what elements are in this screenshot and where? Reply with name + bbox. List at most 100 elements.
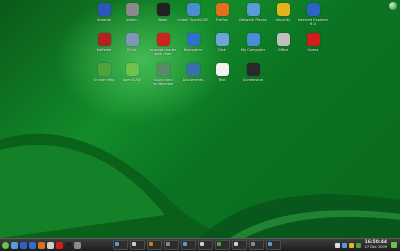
clock[interactable]: 16:50:44 27 Dec 2009	[364, 240, 387, 249]
taskbar-button[interactable]	[215, 240, 230, 250]
desktop-icon-label: Network Places	[239, 18, 267, 22]
pdf-icon	[156, 33, 170, 46]
desktop-icon[interactable]: Security	[266, 3, 300, 22]
calculator-icon	[125, 33, 139, 46]
desktop-icon-label: KCalc	[127, 48, 137, 52]
desktop-icon[interactable]: KCalc	[115, 33, 149, 52]
taskbar-button[interactable]	[164, 240, 179, 250]
desktop-icon-label: Sound and multimedia	[152, 78, 174, 86]
task-icon	[166, 242, 170, 246]
office-icon	[276, 33, 290, 46]
lock-icon	[276, 3, 290, 16]
terminal-icon[interactable]	[65, 241, 72, 249]
task-list	[111, 240, 281, 250]
system-tray	[333, 242, 361, 248]
taskbar-button[interactable]	[198, 240, 213, 250]
desktop-icon-label: Internet Explorer 6.0	[297, 18, 329, 26]
opensuse-icon	[125, 63, 139, 76]
desktop-icon[interactable]: Screenshot	[236, 63, 270, 82]
task-icon	[183, 242, 187, 246]
task-icon	[132, 242, 136, 246]
documents-icon	[186, 63, 200, 76]
taskbar-button[interactable]	[130, 240, 145, 250]
desktop-icon[interactable]: Text	[205, 63, 239, 82]
desktop-icon-label: Install OpenSUSE	[177, 18, 209, 22]
installer-icon	[186, 3, 200, 16]
desktop-icon-label: Screenshot	[242, 78, 264, 82]
desktop-icon-label: acrobat reader with read	[149, 48, 177, 56]
quick-launch	[0, 241, 81, 249]
show-desktop-icon[interactable]	[391, 242, 397, 248]
kaffeine-icon	[97, 33, 111, 46]
desktop-icon[interactable]: openSUSE	[115, 63, 149, 82]
desktop-icon[interactable]: Book	[146, 3, 180, 22]
task-icon	[200, 242, 204, 246]
user-folder-icon	[125, 3, 139, 16]
desktop-icon[interactable]: My Computer	[236, 33, 270, 52]
desktop-icon-label: Documents	[182, 78, 204, 82]
desktop-icon-label: Firefox	[216, 18, 228, 22]
taskbar-button[interactable]	[232, 240, 247, 250]
home-icon[interactable]	[11, 241, 18, 249]
browser-icon[interactable]	[20, 241, 27, 249]
task-icon	[217, 242, 221, 246]
opera-icon[interactable]	[56, 241, 63, 249]
battery-icon[interactable]	[355, 242, 361, 248]
desktop-icon-label: Kaffeine	[96, 48, 112, 52]
task-icon	[251, 242, 255, 246]
task-icon	[268, 242, 272, 246]
desktop-background: Amarok admin Book Install OpenSUSE Firefox Ne…	[0, 0, 400, 238]
task-icon	[149, 242, 153, 246]
task-icon	[115, 242, 119, 246]
konqueror-icon[interactable]	[29, 241, 36, 249]
desktop-icon[interactable]: Network Places	[236, 3, 270, 22]
desktop-icon[interactable]: admin	[115, 3, 149, 22]
help-icon	[97, 63, 111, 76]
desktop-icon-label: Disk	[218, 48, 226, 52]
firefox-icon	[215, 3, 229, 16]
network-icon[interactable]	[341, 242, 347, 248]
desktop-icon-label: Text	[218, 78, 226, 82]
desktop-icon-label: Online Help	[93, 78, 115, 82]
desktop-icon-label: openSUSE	[122, 78, 142, 82]
text-file-icon	[215, 63, 229, 76]
desktop-icon-label: Konqueror	[183, 48, 203, 52]
taskbar: 16:50:44 27 Dec 2009	[0, 238, 400, 251]
desktop-icon[interactable]: acrobat reader with read	[146, 33, 180, 56]
desktop-icon[interactable]: Opera	[296, 33, 330, 52]
desktop-icon[interactable]	[74, 241, 81, 249]
desktop-icon[interactable]: Internet Explorer 6.0	[296, 3, 330, 26]
taskbar-button[interactable]	[249, 240, 264, 250]
desktop-icon-label: My Computer	[240, 48, 266, 52]
suse-menu-icon[interactable]	[2, 241, 9, 249]
desktop-icon-label: admin	[126, 18, 138, 22]
desktop-icon-label: Book	[158, 18, 168, 22]
konqueror-icon	[186, 33, 200, 46]
disk-icon	[215, 33, 229, 46]
taskbar-button[interactable]	[266, 240, 281, 250]
book-icon	[156, 3, 170, 16]
desktop-icon-label: Security	[275, 18, 291, 22]
taskbar-button[interactable]	[181, 240, 196, 250]
desktop-icon[interactable]: Office	[266, 33, 300, 52]
media-icon	[156, 63, 170, 76]
volume-icon[interactable]	[334, 242, 340, 248]
screenshot-icon	[246, 63, 260, 76]
ie-icon	[306, 3, 320, 16]
taskbar-button[interactable]	[147, 240, 162, 250]
mail-icon[interactable]	[47, 241, 54, 249]
desktop-icon[interactable]: Firefox	[205, 3, 239, 22]
firefox-icon[interactable]	[38, 241, 45, 249]
desktop-icon-label: Opera	[307, 48, 319, 52]
desktop-icon-label: Amarok	[97, 18, 111, 22]
task-icon	[234, 242, 238, 246]
clock-date: 27 Dec 2009	[364, 245, 387, 249]
desktop-corner-button[interactable]	[389, 2, 397, 10]
taskbar-button[interactable]	[113, 240, 128, 250]
desktop-icon[interactable]: Disk	[205, 33, 239, 52]
opera-icon	[306, 33, 320, 46]
network-folder-icon	[246, 3, 260, 16]
update-icon[interactable]	[348, 242, 354, 248]
desktop-icon-label: Office	[277, 48, 289, 52]
desktop-icon[interactable]: Sound and multimedia	[146, 63, 180, 86]
